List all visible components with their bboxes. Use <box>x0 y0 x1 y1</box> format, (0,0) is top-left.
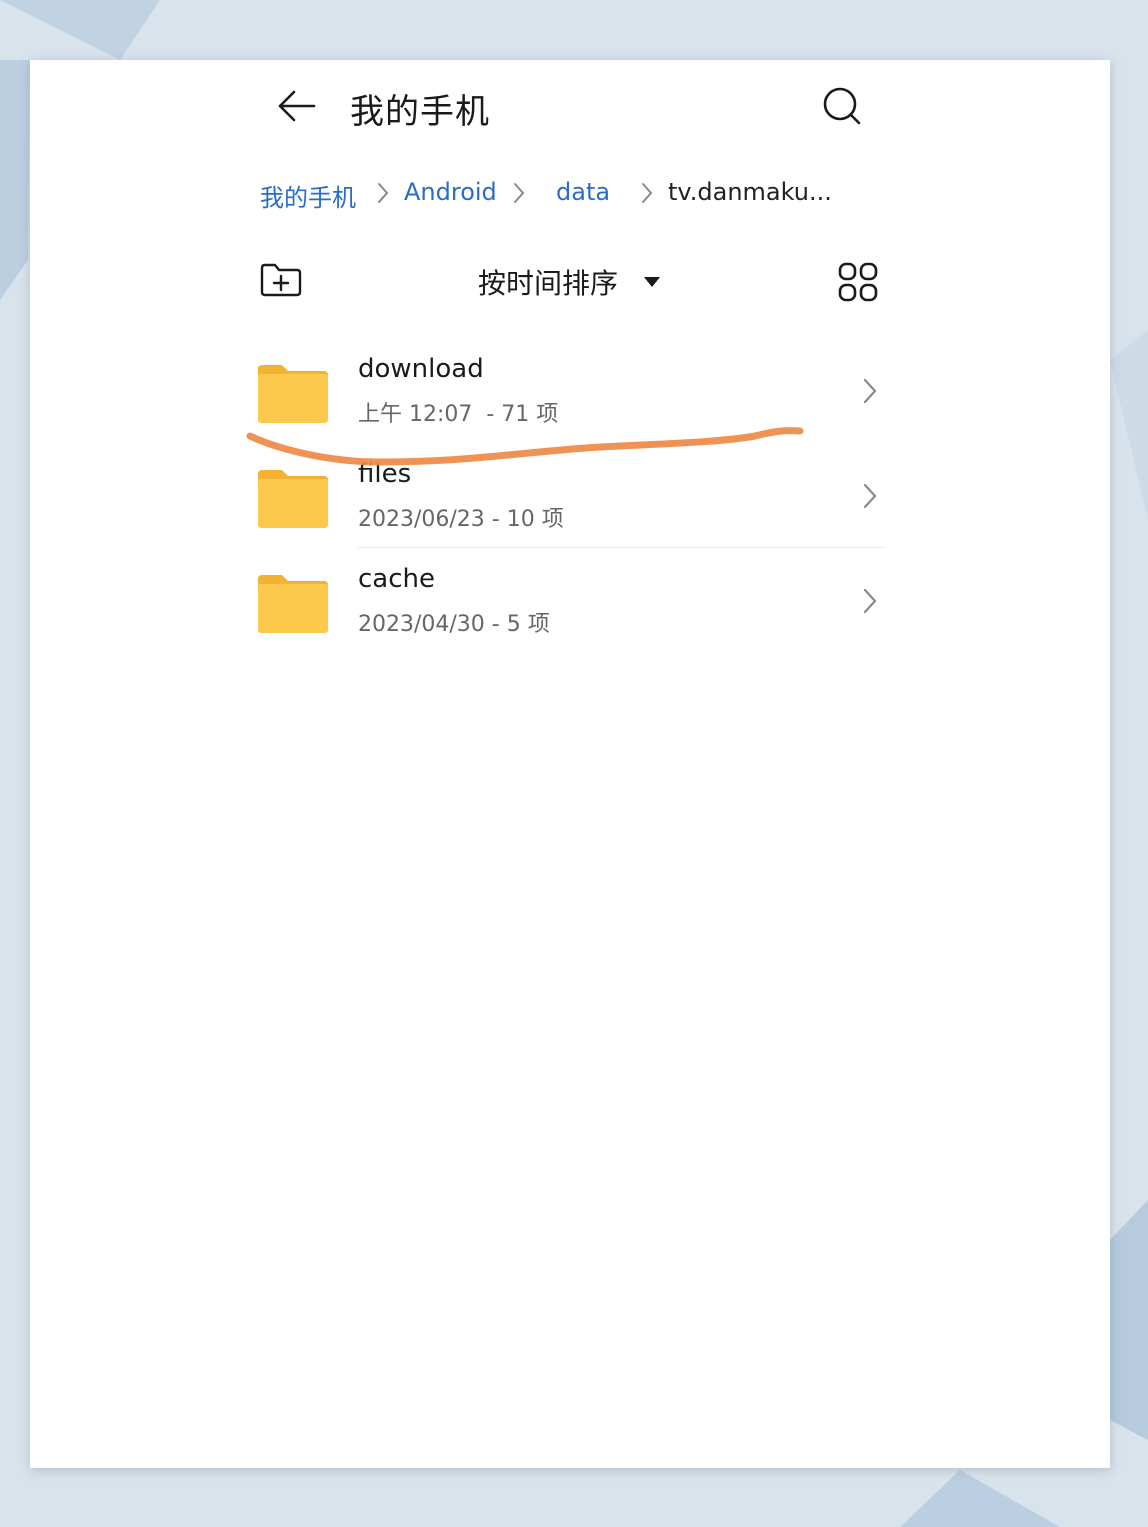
breadcrumb-item-current: tv.danmaku... <box>668 178 832 206</box>
folder-icon <box>258 470 328 528</box>
new-folder-button[interactable] <box>258 260 304 304</box>
caret-down-icon <box>644 277 660 287</box>
chevron-right-icon <box>378 183 389 203</box>
breadcrumb-item-android[interactable]: Android <box>404 178 497 206</box>
arrow-left-icon <box>278 90 316 122</box>
chevron-right-icon <box>863 378 877 404</box>
item-name: cache <box>358 564 435 594</box>
new-folder-icon <box>260 263 302 297</box>
item-name: files <box>358 459 412 489</box>
search-button[interactable] <box>820 84 866 130</box>
item-meta: 上午 12:07 - 71 项 <box>358 402 559 427</box>
folder-icon <box>258 575 328 633</box>
chevron-right-icon <box>514 183 525 203</box>
chevron-right-icon <box>863 588 877 614</box>
list-item-cache[interactable]: cache 2023/04/30 - 5 项 <box>256 548 888 653</box>
item-name: download <box>358 354 484 384</box>
search-icon <box>823 87 861 125</box>
chevron-right-icon <box>863 483 877 509</box>
grid-view-icon <box>838 262 878 302</box>
page-title: 我的手机 <box>350 92 490 132</box>
file-manager-window: 我的手机 我的手机 Android data tv.danmaku... 按时间… <box>30 60 1110 1468</box>
item-meta: 2023/06/23 - 10 项 <box>358 507 564 532</box>
list-item-files[interactable]: files 2023/06/23 - 10 项 <box>256 443 888 548</box>
grid-view-button[interactable] <box>836 260 880 308</box>
back-button[interactable] <box>274 84 320 130</box>
list-item-download[interactable]: download 上午 12:07 - 71 项 <box>256 338 888 443</box>
folder-icon <box>258 365 328 423</box>
breadcrumb-item-my-phone[interactable]: 我的手机 <box>260 178 356 213</box>
sort-dropdown[interactable]: 按时间排序 <box>478 262 618 302</box>
breadcrumb-item-data[interactable]: data <box>556 178 610 206</box>
chevron-right-icon <box>642 183 653 203</box>
item-meta: 2023/04/30 - 5 项 <box>358 612 550 637</box>
